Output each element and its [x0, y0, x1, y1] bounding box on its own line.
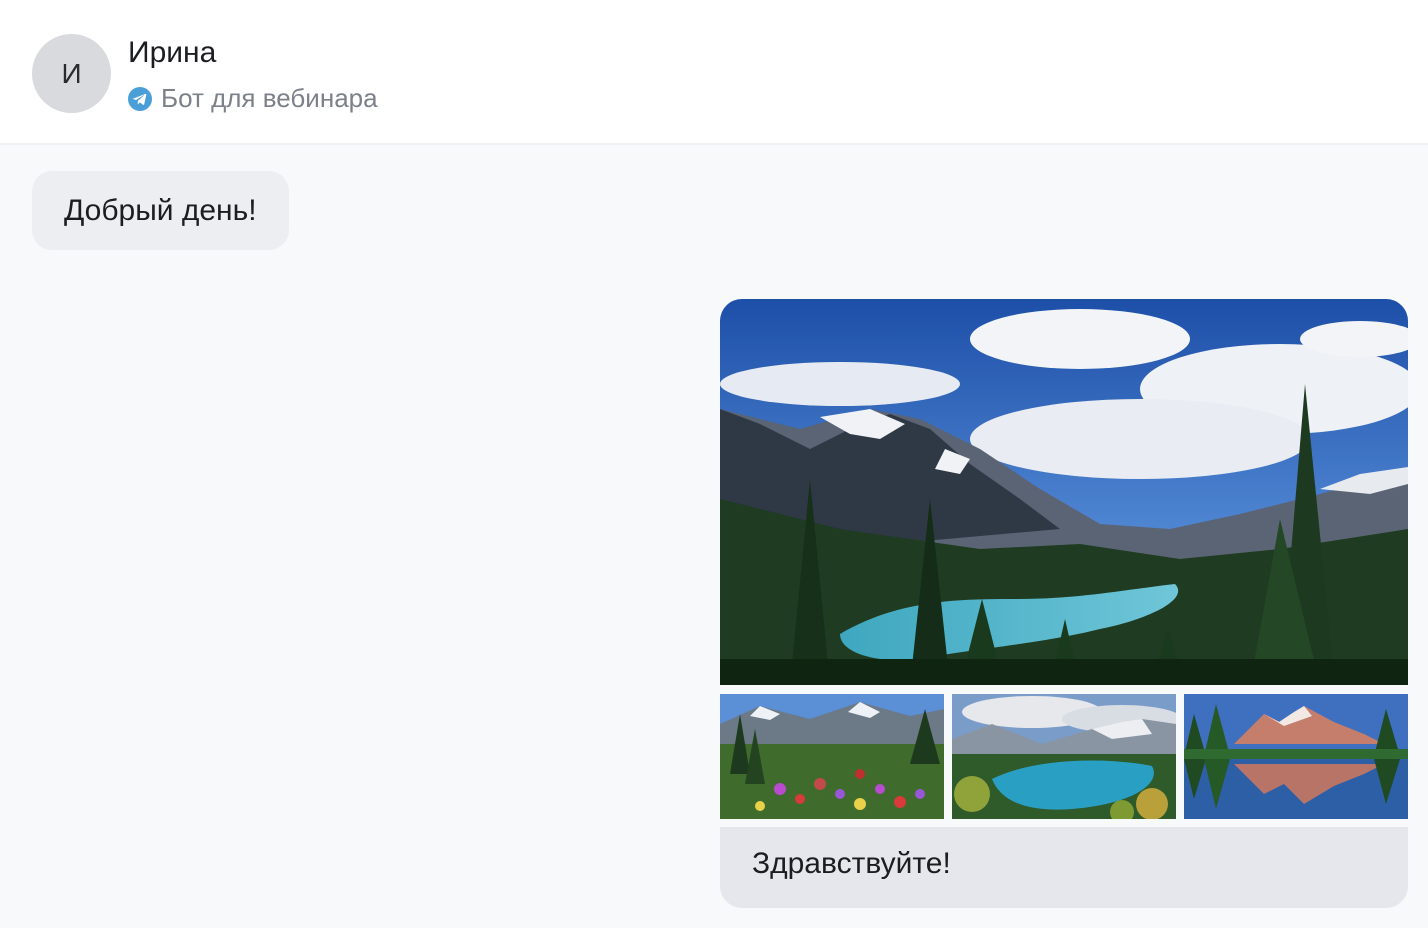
caption-gap	[720, 819, 1408, 827]
message-text: Добрый день!	[64, 193, 257, 227]
message-text: Здравствуйте!	[752, 847, 951, 880]
mountain-lake-photo[interactable]	[720, 299, 1408, 685]
photo-gap	[944, 694, 952, 819]
photo-gap	[1176, 694, 1184, 819]
outgoing-message[interactable]: Здравствуйте!	[720, 299, 1408, 908]
contact-name[interactable]: Ирина	[128, 36, 216, 70]
avatar[interactable]: И	[32, 34, 111, 113]
incoming-message[interactable]: Добрый день!	[32, 171, 289, 250]
channel-label: Бот для вебинара	[161, 83, 378, 113]
reflection-lake-photo[interactable]	[1184, 694, 1408, 819]
telegram-icon	[128, 86, 152, 111]
photo-gap	[720, 685, 1408, 694]
chat-header: И Ирина Бот для вебинара	[0, 0, 1428, 145]
blue-lake-photo[interactable]	[952, 694, 1176, 819]
wildflower-meadow-photo[interactable]	[720, 694, 944, 819]
channel-info: Бот для вебинара	[128, 83, 378, 114]
